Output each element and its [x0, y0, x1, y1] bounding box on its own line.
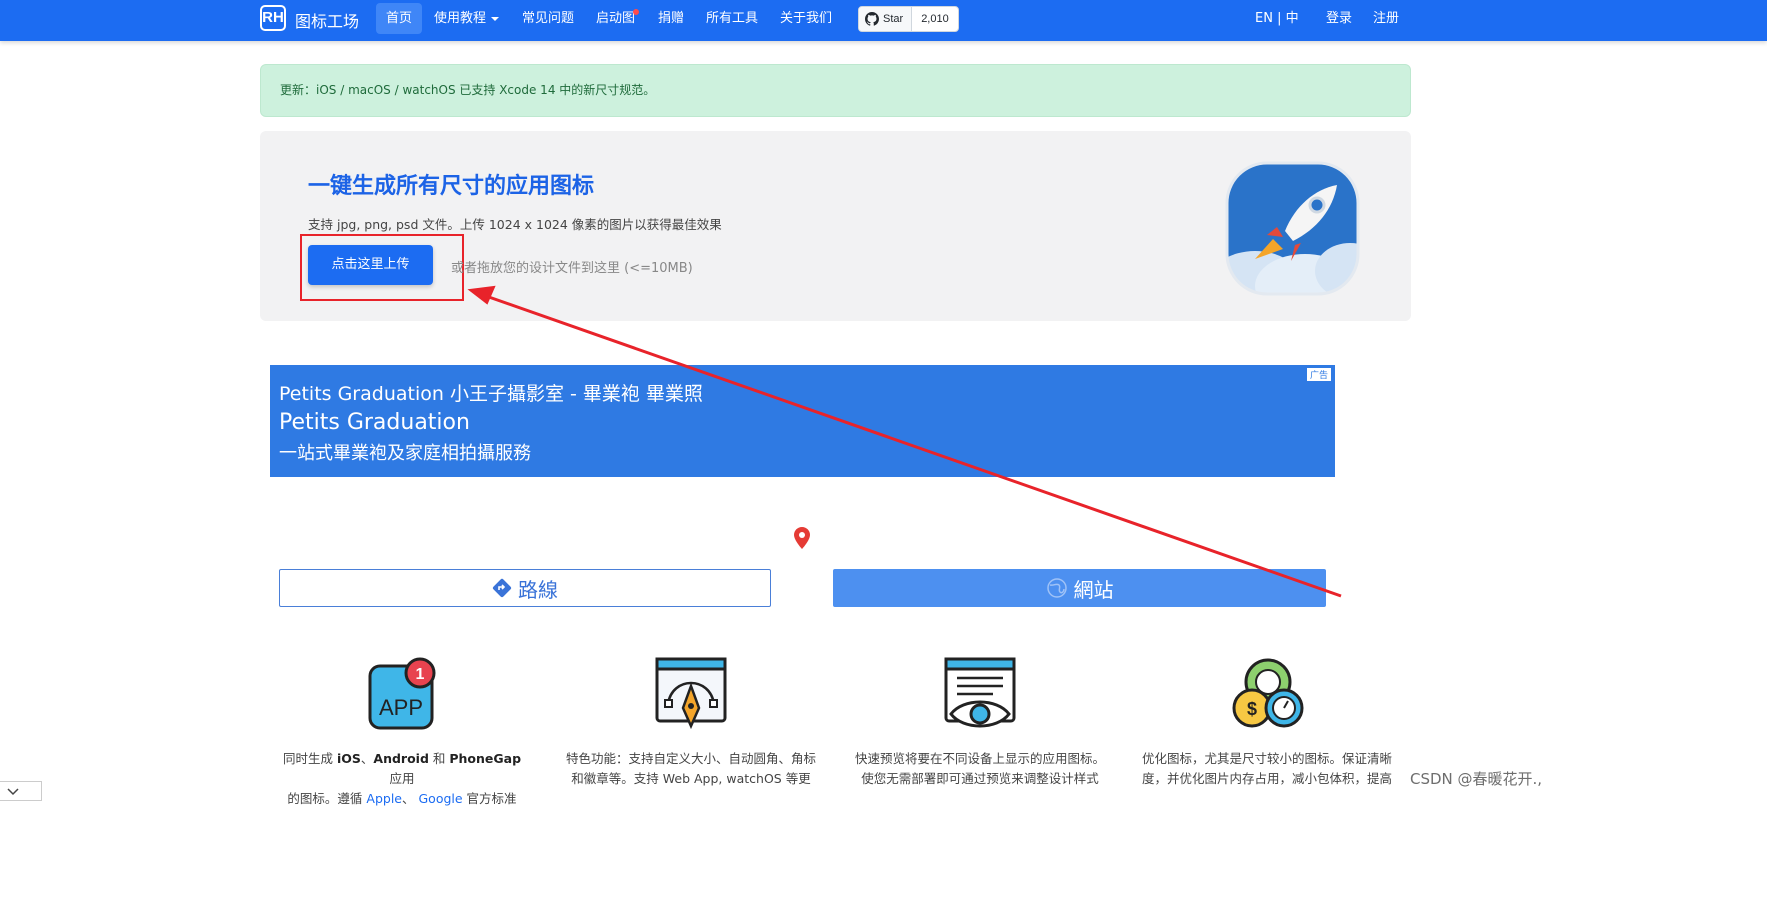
feature-optimize-text: 优化图标，尤其是尺寸较小的图标。保证清晰度，并优化图片内存占用，减小包体积，提高… — [1142, 751, 1392, 786]
feature-text-part: 官方标准 — [462, 791, 517, 806]
nav-donate[interactable]: 捐赠 — [658, 0, 684, 41]
ad-badge[interactable]: 广告 — [1305, 367, 1332, 382]
notification-dot — [633, 9, 640, 15]
upload-hero[interactable]: 一键生成所有尺寸的应用图标 支持 jpg, png, psd 文件。上传 102… — [260, 131, 1411, 321]
svg-text:APP: APP — [379, 695, 423, 720]
chevron-down-icon — [491, 16, 500, 21]
drop-hint: 或者拖放您的设计文件到这里 (<=10MB) — [451, 261, 693, 276]
collapse-toggle[interactable] — [0, 781, 42, 801]
phonegap-label: PhoneGap — [449, 751, 522, 766]
route-button-label: 路線 — [518, 577, 558, 602]
map-pin-icon — [794, 527, 810, 549]
nav-all-tools[interactable]: 所有工具 — [706, 0, 758, 41]
ad-headline[interactable]: Petits Graduation 小王子攝影室 - 畢業袍 畢業照 — [279, 379, 703, 406]
preview-eye-icon — [944, 657, 1016, 728]
feature-platforms-text: 同时生成 iOS、Android 和 PhoneGap 应用 的图标。遵循 App… — [277, 749, 527, 809]
feature-text-part: 、 — [360, 751, 374, 766]
ios-label: iOS — [336, 751, 361, 766]
nav-faq[interactable]: 常见问题 — [522, 0, 574, 41]
optimize-money-icon: $ — [1232, 658, 1304, 728]
nav-about[interactable]: 关于我们 — [780, 0, 832, 41]
chevron-down-icon — [7, 788, 19, 796]
android-label: Android — [373, 751, 429, 766]
feature-preview-text: 快速预览将要在不同设备上显示的应用图标。使您无需部署即可通过预览来调整设计样式 — [855, 751, 1105, 786]
github-star-part[interactable]: Star — [859, 7, 913, 31]
nav-home[interactable]: 首页 — [376, 3, 423, 34]
github-star-button[interactable]: Star 2,010 — [858, 6, 959, 32]
nav-launch-image[interactable]: 启动图 — [596, 0, 640, 41]
feature-text-part: 同时生成 — [282, 751, 337, 766]
feature-text-part: 和 — [428, 751, 450, 766]
nav-tutorial-label: 使用教程 — [434, 11, 487, 26]
google-link[interactable]: Google — [418, 791, 462, 806]
github-star-label: Star — [883, 13, 904, 25]
route-button[interactable]: 路線 — [279, 569, 771, 607]
advertisement-banner[interactable]: 广告 Petits Graduation 小王子攝影室 - 畢業袍 畢業照 Pe… — [270, 365, 1335, 477]
nav-tutorial[interactable]: 使用教程 — [434, 0, 500, 41]
feature-text-part: 、 — [402, 791, 419, 806]
update-alert: 更新：iOS / macOS / watchOS 已支持 Xcode 14 中的… — [260, 64, 1411, 117]
hero-description: 支持 jpg, png, psd 文件。上传 1024 x 1024 像素的图片… — [308, 217, 722, 232]
hero-title: 一键生成所有尺寸的应用图标 — [308, 174, 595, 199]
nav-launch-image-label: 启动图 — [596, 11, 636, 26]
feature-custom-text: 特色功能：支持自定义大小、自动圆角、角标和徽章等。支持 Web App, wat… — [566, 751, 816, 786]
register-link[interactable]: 注册 — [1373, 0, 1399, 41]
rocket-logo-icon — [1225, 161, 1360, 296]
language-switch[interactable]: EN | 中 — [1255, 0, 1299, 41]
directions-icon — [492, 578, 512, 598]
feature-text-part: 的图标。遵循 — [287, 791, 367, 806]
github-icon — [865, 12, 879, 26]
svg-text:1: 1 — [416, 666, 425, 683]
ad-title[interactable]: Petits Graduation — [279, 410, 470, 435]
website-button-label: 網站 — [1073, 577, 1114, 602]
apple-link[interactable]: Apple — [366, 791, 402, 806]
top-navbar: RH 图标工场 首页 使用教程 常见问题 启动图 捐赠 所有工具 关于我们 St… — [0, 0, 1767, 41]
brand-name[interactable]: 图标工场 — [295, 8, 359, 32]
feature-text-part: 应用 — [389, 771, 415, 786]
svg-text:$: $ — [1247, 699, 1257, 719]
app-badge-icon: APP 1 — [368, 657, 436, 730]
login-link[interactable]: 登录 — [1326, 0, 1352, 41]
website-button[interactable]: 網站 — [833, 569, 1326, 607]
csdn-watermark: CSDN @春暖花开., — [1410, 770, 1543, 788]
globe-icon — [1046, 578, 1067, 598]
upload-button[interactable]: 点击这里上传 — [308, 245, 433, 285]
logo-icon[interactable]: RH — [260, 5, 286, 31]
github-star-count[interactable]: 2,010 — [912, 7, 958, 31]
ad-subtitle[interactable]: 一站式畢業袍及家庭相拍攝服務 — [279, 439, 531, 465]
pen-tool-icon — [655, 657, 727, 730]
